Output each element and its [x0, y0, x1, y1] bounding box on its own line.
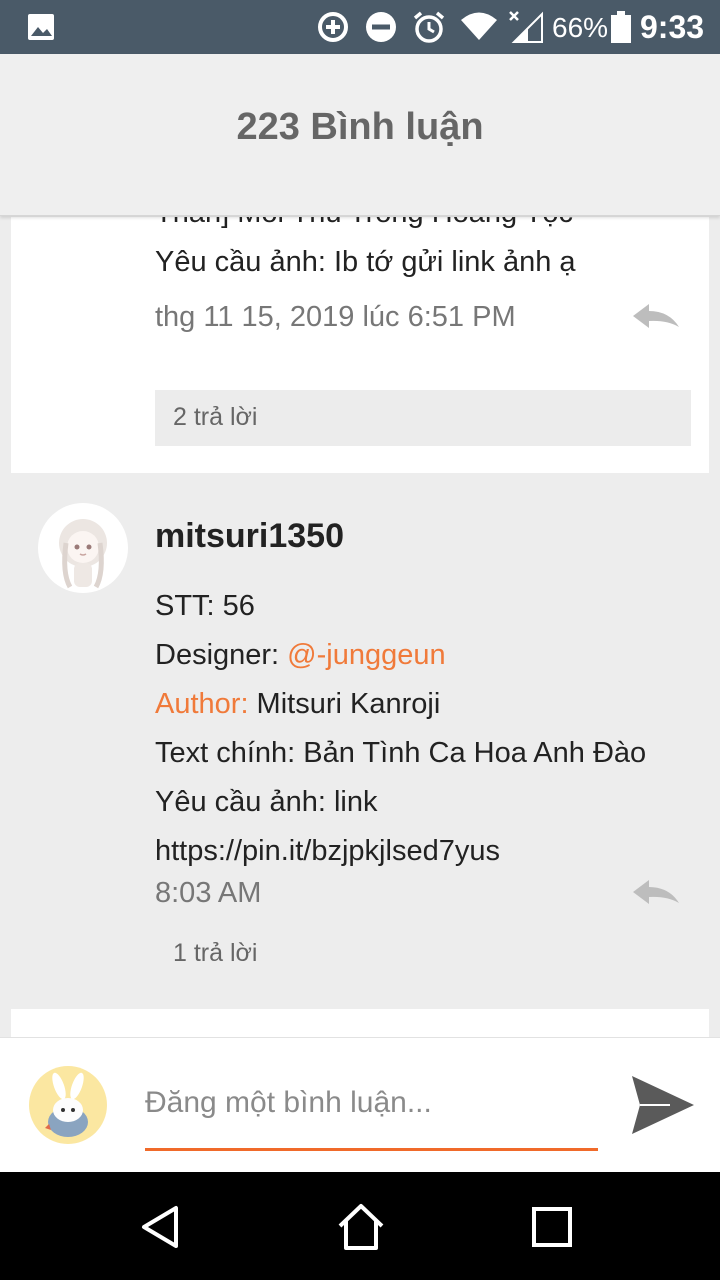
do-not-disturb-icon [366, 12, 396, 42]
view-replies-button[interactable]: 2 trả lời [155, 390, 691, 446]
comment-card: mitsuri1350 STT: 56 Designer: @-junggeun… [0, 473, 720, 1009]
comment-text-line: Text chính: Bản Tình Ca Hoa Anh Đào [155, 737, 647, 769]
author-label: Author: [155, 688, 249, 720]
comment-compose-bar [0, 1037, 720, 1172]
comment-list[interactable]: Thần] Mối Thù Trong Hoàng Tộc Yêu cầu ản… [0, 217, 720, 1037]
comment-text-line: Thần] Mối Thù Trong Hoàng Tộc [155, 217, 573, 230]
wifi-icon [461, 12, 497, 40]
cellular-signal-icon [509, 11, 543, 43]
reply-icon[interactable] [631, 877, 681, 907]
comment-request-line: Yêu cầu ảnh: link [155, 786, 378, 818]
comments-header: 223 Bình luận [0, 54, 720, 216]
comment-username[interactable]: mitsuri1350 [155, 517, 344, 556]
alarm-icon [413, 11, 445, 43]
comment-author-line: Author: Mitsuri Kanroji [155, 688, 440, 721]
home-icon[interactable] [336, 1202, 386, 1252]
back-icon[interactable] [136, 1202, 186, 1252]
send-icon[interactable] [630, 1074, 696, 1136]
page-title: 223 Bình luận [236, 106, 484, 148]
comment-card: Thần] Mối Thù Trong Hoàng Tộc Yêu cầu ản… [11, 217, 709, 473]
designer-label: Designer: [155, 639, 288, 671]
comment-designer-line: Designer: @-junggeun [155, 639, 446, 672]
system-nav-bar [0, 1172, 720, 1280]
mention-link[interactable]: @-junggeun [287, 639, 445, 671]
input-underline [145, 1148, 598, 1151]
comment-link-line: https://pin.it/bzjpkjlsed7yus [155, 835, 500, 867]
status-time: 9:33 [640, 9, 705, 45]
comment-stt: STT: 56 [155, 590, 255, 622]
comment-timestamp: 8:03 AM [155, 877, 262, 909]
status-bar: 66% 9:33 [0, 0, 720, 54]
reply-icon[interactable] [631, 301, 681, 331]
battery-percent: 66% [552, 12, 609, 43]
comment-timestamp: thg 11 15, 2019 lúc 6:51 PM [155, 301, 516, 333]
comment-input[interactable] [145, 1078, 598, 1128]
recent-apps-icon[interactable] [527, 1202, 577, 1252]
user-avatar [29, 1066, 107, 1144]
gallery-notification-icon [28, 14, 54, 40]
avatar[interactable] [38, 503, 128, 593]
battery-icon [611, 11, 631, 43]
view-replies-button[interactable]: 1 trả lời [173, 939, 257, 968]
replies-count-label: 2 trả lời [173, 403, 258, 431]
comment-card [11, 1009, 709, 1037]
data-saver-icon [318, 12, 348, 42]
author-value: Mitsuri Kanroji [248, 688, 441, 720]
comment-text-line: Yêu cầu ảnh: Ib tớ gửi link ảnh ạ [155, 246, 576, 278]
